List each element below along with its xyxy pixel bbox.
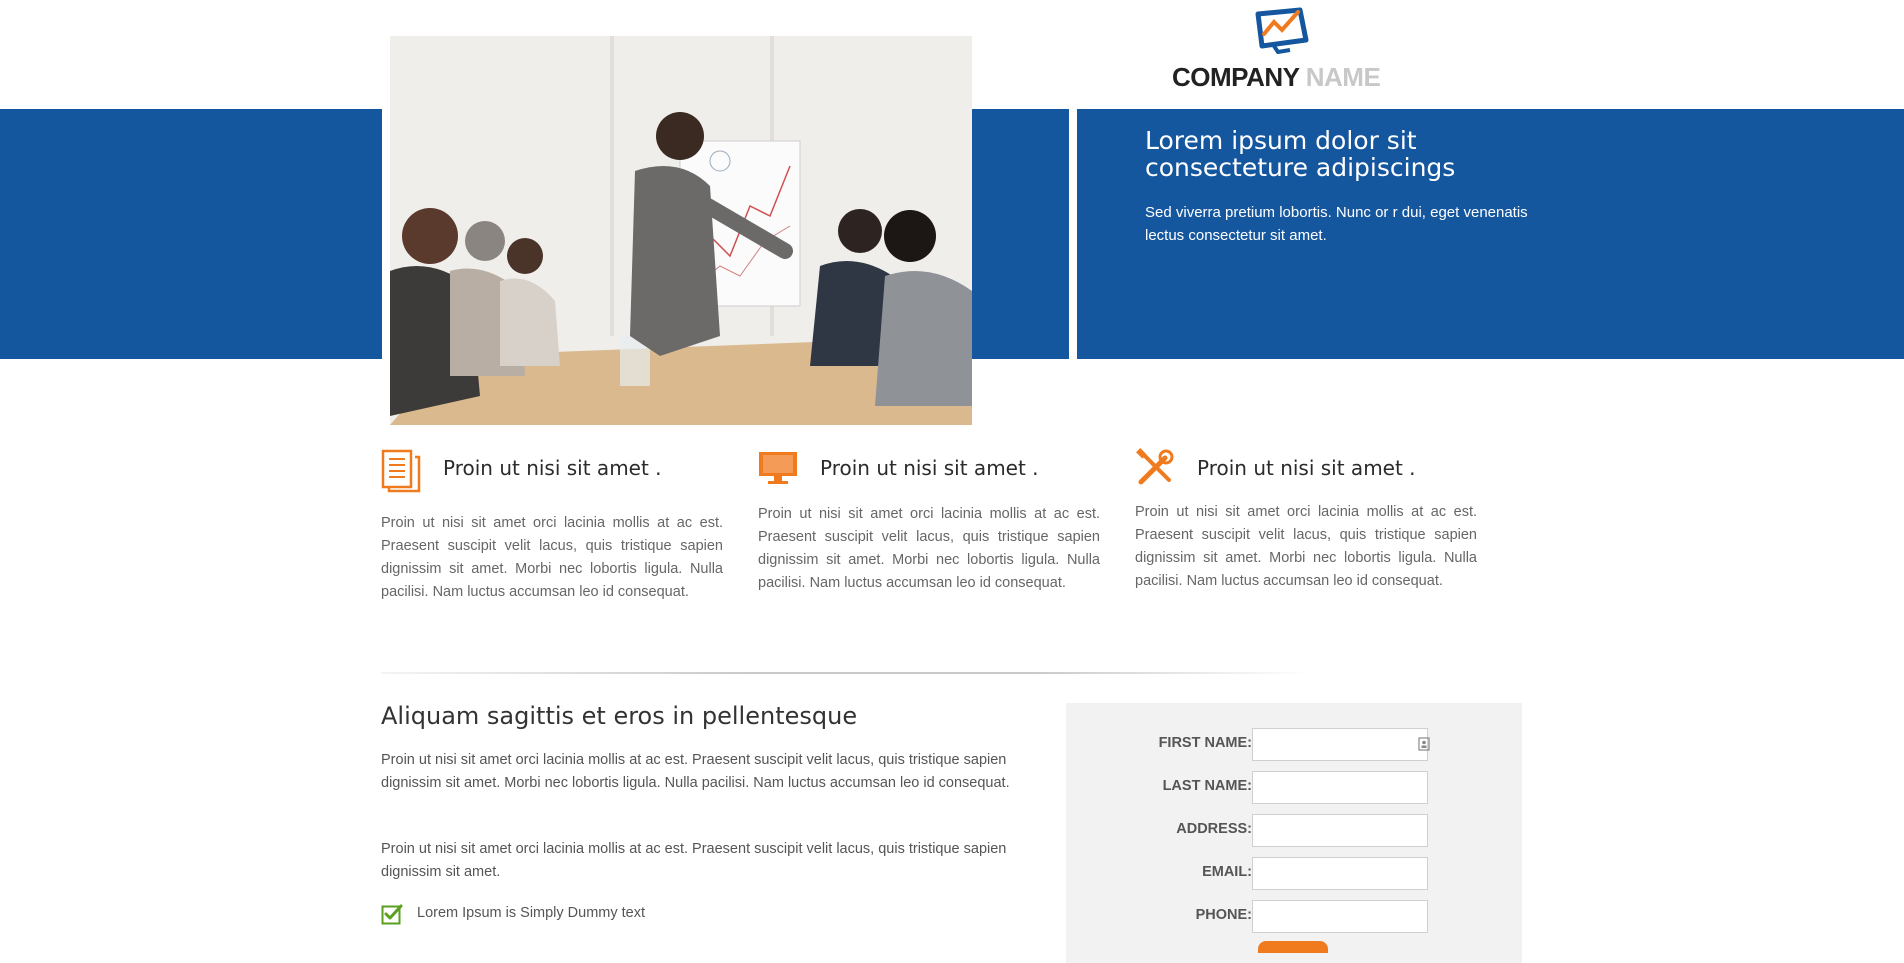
first-name-label: FIRST NAME: bbox=[1158, 735, 1252, 751]
tools-icon bbox=[1135, 448, 1175, 492]
business-presentation-photo bbox=[390, 36, 972, 425]
logo-secondary: NAME bbox=[1305, 62, 1381, 92]
phone-label: PHONE: bbox=[1195, 907, 1252, 923]
feature-1-title: Proin ut nisi sit amet . bbox=[443, 456, 662, 480]
logo-icon bbox=[1255, 7, 1309, 54]
company-logo[interactable]: COMPANY NAME bbox=[1172, 6, 1392, 92]
section-title: Aliquam sagittis et eros in pellentesque bbox=[381, 702, 858, 730]
submit-button[interactable] bbox=[1258, 941, 1328, 953]
address-input[interactable] bbox=[1252, 814, 1428, 847]
checkbox-checked-icon bbox=[381, 904, 403, 925]
hero-band-left bbox=[0, 109, 382, 359]
document-icon bbox=[381, 449, 421, 493]
last-name-input[interactable] bbox=[1252, 771, 1428, 804]
section-paragraph-1: Proin ut nisi sit amet orci lacinia moll… bbox=[381, 752, 1010, 791]
email-input[interactable] bbox=[1252, 857, 1428, 890]
feature-3-text: Proin ut nisi sit amet orci lacinia moll… bbox=[1135, 504, 1477, 589]
first-name-input[interactable] bbox=[1252, 728, 1428, 761]
feature-2-title: Proin ut nisi sit amet . bbox=[820, 456, 1039, 480]
last-name-label: LAST NAME: bbox=[1162, 778, 1252, 794]
section-divider bbox=[381, 672, 1311, 674]
autofill-contact-icon[interactable] bbox=[1418, 737, 1430, 751]
feature-1-text: Proin ut nisi sit amet orci lacinia moll… bbox=[381, 515, 723, 600]
email-label: EMAIL: bbox=[1202, 864, 1252, 880]
hero-photo bbox=[390, 36, 972, 425]
feature-3-title: Proin ut nisi sit amet . bbox=[1197, 456, 1416, 480]
phone-input[interactable] bbox=[1252, 900, 1428, 933]
address-label: ADDRESS: bbox=[1176, 821, 1252, 837]
hero-band-middle bbox=[972, 109, 1069, 359]
section-paragraph-2: Proin ut nisi sit amet orci lacinia moll… bbox=[381, 841, 1007, 880]
check-item-label: Lorem Ipsum is Simply Dummy text bbox=[417, 905, 646, 921]
monitor-icon bbox=[758, 450, 798, 494]
logo-primary: COMPANY bbox=[1172, 62, 1300, 92]
hero-text: Sed viverra pretium lobortis. Nunc or r … bbox=[1145, 204, 1528, 244]
feature-2-text: Proin ut nisi sit amet orci lacinia moll… bbox=[758, 506, 1100, 591]
logo-wordmark: COMPANY NAME bbox=[1172, 62, 1381, 93]
hero-title: Lorem ipsum dolor sit consecteture adipi… bbox=[1145, 126, 1456, 182]
